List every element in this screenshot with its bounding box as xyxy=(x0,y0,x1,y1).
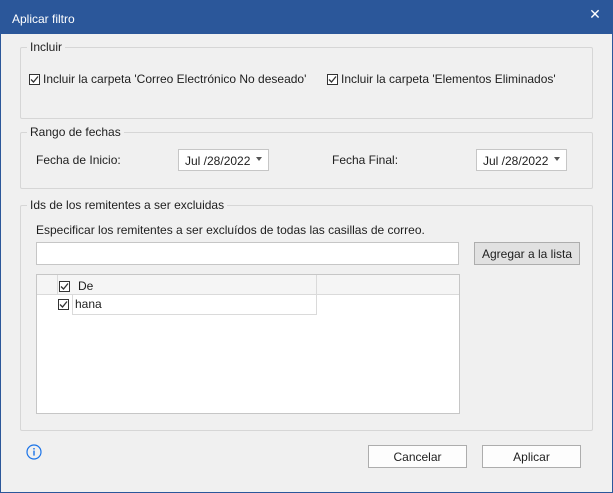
excluded-senders-group: Ids de los remitentes a ser excluidas Es… xyxy=(20,198,593,431)
include-deleted-label: Incluir la carpeta 'Elementos Eliminados… xyxy=(341,72,556,86)
include-deleted-checkbox[interactable]: Incluir la carpeta 'Elementos Eliminados… xyxy=(327,72,556,86)
sender-input[interactable] xyxy=(36,242,459,265)
start-date-value: Jul /28/2022 xyxy=(185,154,251,168)
end-date-value: Jul /28/2022 xyxy=(483,154,549,168)
end-date-label: Fecha Final: xyxy=(332,153,399,167)
date-range-group: Rango de fechas Fecha de Inicio: Jul /28… xyxy=(20,125,593,189)
checkbox-box[interactable] xyxy=(29,73,40,85)
checkmark-icon xyxy=(60,282,69,290)
checkbox-box[interactable] xyxy=(59,280,70,292)
list-item-sender-cell[interactable]: hana xyxy=(72,295,317,315)
checkmark-icon xyxy=(59,301,68,308)
list-item-check-cell xyxy=(37,295,69,315)
list-item-checkbox[interactable] xyxy=(58,299,72,310)
chevron-down-icon[interactable] xyxy=(256,157,262,161)
list-item[interactable]: hana xyxy=(37,295,459,315)
close-icon: ✕ xyxy=(589,6,601,22)
apply-button[interactable]: Aplicar xyxy=(482,445,581,468)
cancel-button[interactable]: Cancelar xyxy=(368,445,467,468)
apply-filter-dialog: Aplicar filtro ✕ Incluir Incluir la carp… xyxy=(0,0,613,493)
end-date-picker[interactable]: Jul /28/2022 xyxy=(476,149,567,171)
excluded-senders-description: Especificar los remitentes a ser excluíd… xyxy=(36,223,425,237)
checkbox-box[interactable] xyxy=(327,73,338,85)
senders-list[interactable]: De hana xyxy=(36,274,460,414)
checkbox-box[interactable] xyxy=(58,299,69,310)
include-group: Incluir Incluir la carpeta 'Correo Elect… xyxy=(20,40,593,119)
window-title: Aplicar filtro xyxy=(12,12,75,26)
start-date-label: Fecha de Inicio: xyxy=(36,153,121,167)
info-icon[interactable] xyxy=(26,444,42,460)
list-header-label: De xyxy=(78,279,94,293)
checkmark-icon xyxy=(30,75,39,83)
date-range-legend: Rango de fechas xyxy=(27,125,124,139)
title-bar[interactable]: Aplicar filtro ✕ xyxy=(1,1,612,34)
include-legend: Incluir xyxy=(27,40,66,54)
list-header-de-column[interactable]: De xyxy=(58,275,317,295)
list-item-label: hana xyxy=(75,297,102,311)
list-header-check-column xyxy=(37,275,58,295)
header-select-all-checkbox[interactable]: De xyxy=(59,279,93,293)
add-to-list-button[interactable]: Agregar a la lista xyxy=(474,242,580,265)
excluded-senders-legend: Ids de los remitentes a ser excluidas xyxy=(27,198,228,212)
chevron-down-icon[interactable] xyxy=(554,157,560,161)
include-junk-checkbox[interactable]: Incluir la carpeta 'Correo Electrónico N… xyxy=(29,72,306,86)
include-junk-label: Incluir la carpeta 'Correo Electrónico N… xyxy=(43,72,307,86)
close-button[interactable]: ✕ xyxy=(584,4,606,24)
list-header: De xyxy=(37,275,459,295)
checkmark-icon xyxy=(328,75,337,83)
start-date-picker[interactable]: Jul /28/2022 xyxy=(178,149,269,171)
